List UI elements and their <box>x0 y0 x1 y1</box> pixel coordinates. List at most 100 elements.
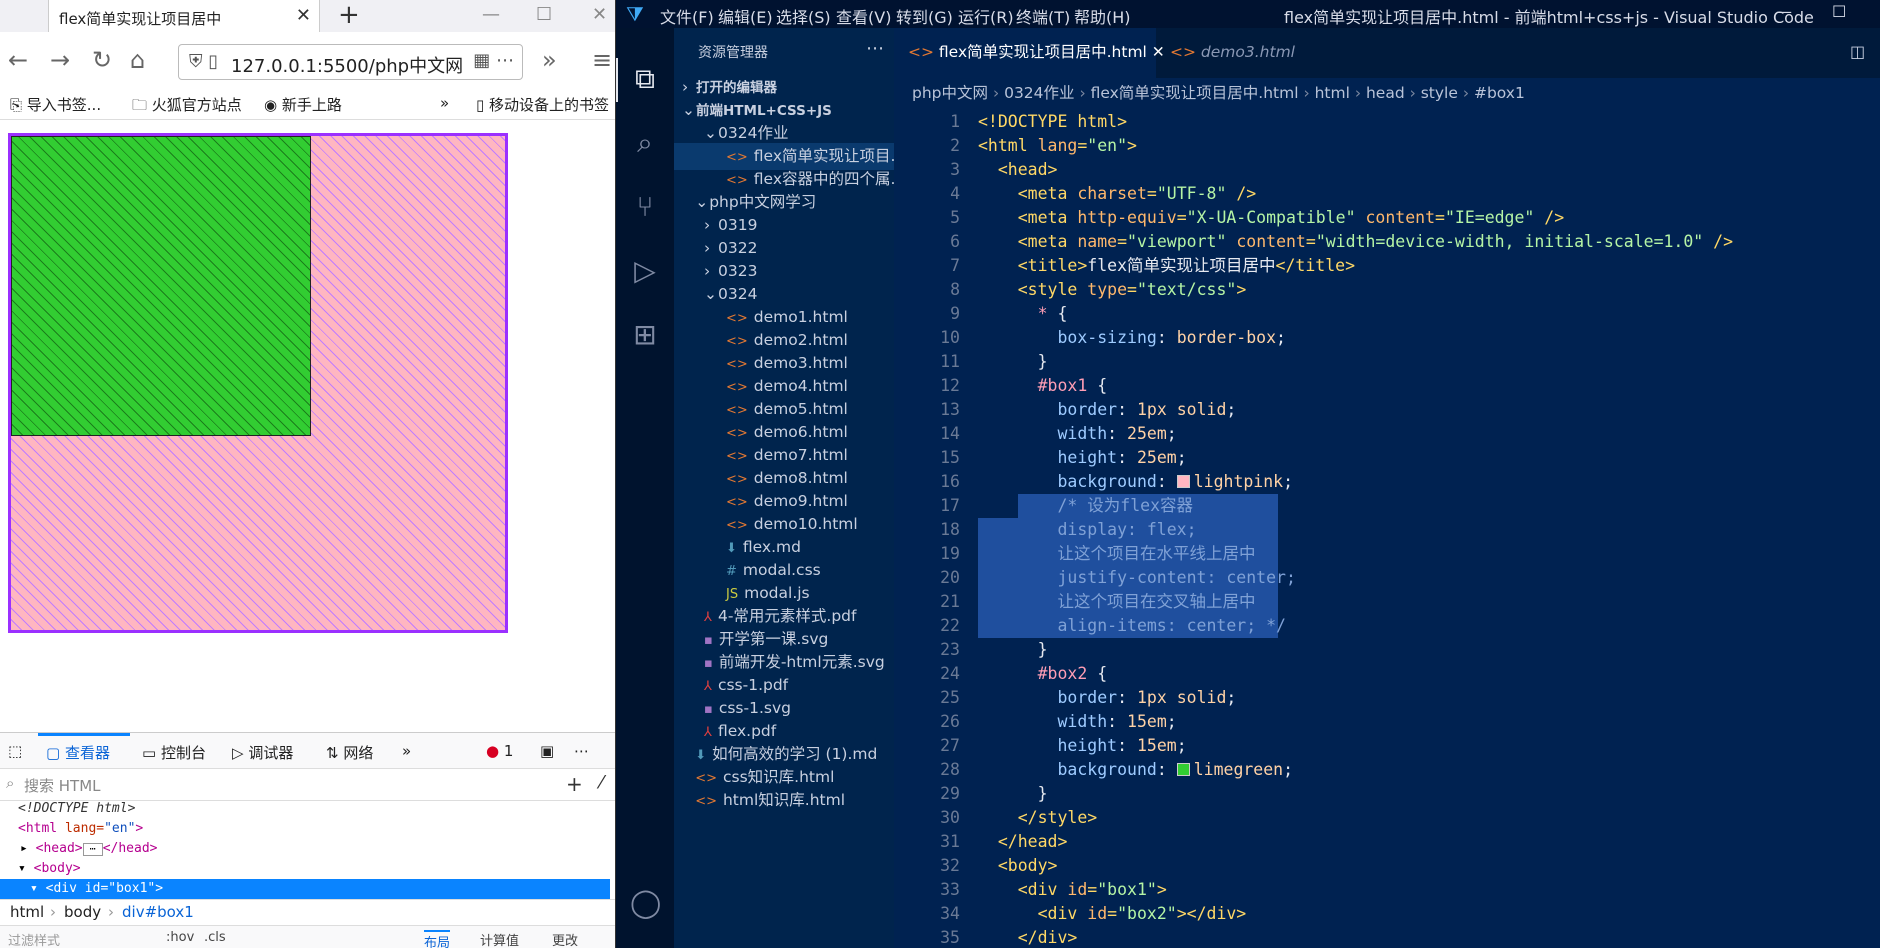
line-number: 29 <box>894 782 960 806</box>
window-close-icon[interactable]: ✕ <box>592 4 607 25</box>
tab-debugger[interactable]: ▷ 调试器 <box>232 742 293 763</box>
minimize-icon[interactable]: — <box>482 4 500 25</box>
tree-label: demo10.html <box>754 515 858 533</box>
editor-area: <> flex简单实现让项目居中.html ✕ <> demo3.html ◫ … <box>894 28 1880 948</box>
hamburger-menu-icon[interactable]: ≡ <box>592 46 612 74</box>
page-viewport <box>0 120 616 732</box>
devtools-menu-icon[interactable]: ⋯ <box>574 742 589 760</box>
line-number: 33 <box>894 878 960 902</box>
tab-changes[interactable]: 更改 <box>552 930 578 948</box>
breadcrumb-item[interactable]: head <box>1366 84 1405 102</box>
new-tab-icon[interactable]: + <box>338 1 360 29</box>
explorer-sidebar: 资源管理器 ⋯ ›打开的编辑器⌄前端HTML+CSS+JS⌄0324作业<>fl… <box>674 28 894 948</box>
responsive-icon[interactable]: ▣ <box>540 742 554 760</box>
search-icon[interactable]: ⌕ <box>630 128 660 158</box>
tree-node-doctype[interactable]: <!DOCTYPE html> <box>18 799 135 819</box>
tree-node-body[interactable]: ▾ <body> <box>18 859 81 879</box>
tree-node-head[interactable]: ▸ <head> ⋯ </head> <box>20 839 157 859</box>
editor-tab-demo3[interactable]: <> demo3.html <box>1156 28 1326 78</box>
breadcrumb-body[interactable]: body <box>64 903 101 921</box>
pdf-file-icon: ⅄ <box>704 679 712 694</box>
line-number: 1 <box>894 110 960 134</box>
menu-7[interactable]: 帮助(H) <box>1074 4 1131 28</box>
html-search-input[interactable]: ⌕ 搜索 HTML + ⁄ <box>0 769 616 801</box>
color-swatch[interactable] <box>1177 475 1190 488</box>
tab-network[interactable]: ⇅ 网络 <box>326 742 373 763</box>
file-item[interactable]: <>html知识库.html <box>674 787 894 814</box>
eyedropper-icon[interactable]: ⁄ <box>600 772 603 793</box>
line-number: 19 <box>894 542 960 566</box>
editor-tab-active[interactable]: <> flex简单实现让项目居中.html ✕ <box>894 28 1156 78</box>
devtools-selected-indicator <box>38 733 130 736</box>
account-icon[interactable]: ◯ <box>630 888 660 918</box>
tab-layout[interactable]: 布局 <box>424 930 450 948</box>
bookmarks-overflow-icon[interactable]: » <box>440 94 449 112</box>
breadcrumb-item[interactable]: #box1 <box>1474 84 1525 102</box>
breadcrumb-box1[interactable]: div#box1 <box>122 903 194 921</box>
back-icon[interactable]: ← <box>8 46 28 74</box>
line-number: 13 <box>894 398 960 422</box>
code-line: <style type="text/css"> <box>978 278 1246 302</box>
element-picker-icon[interactable]: ⬚ <box>8 742 22 760</box>
rules-toolbar: 过滤样式 :hov .cls 布局 计算值 更改 <box>0 925 616 948</box>
explorer-icon[interactable]: ⧉ <box>630 64 660 94</box>
extensions-icon[interactable]: ⊞ <box>630 320 660 350</box>
vs-maximize-icon[interactable]: ☐ <box>1832 2 1846 21</box>
url-bar[interactable]: ⛨ ▯ 127.0.0.1:5500/php中文网 ▦ ⋯ <box>178 44 523 80</box>
browser-tab[interactable]: flex简单实现让项目居中 ✕ <box>48 0 320 32</box>
shield-icon[interactable]: ⛨ ▯ <box>189 51 218 72</box>
bookmark-mobile[interactable]: ▯ 移动设备上的书签 <box>476 94 609 115</box>
home-icon[interactable]: ⌂ <box>130 46 145 74</box>
tab-computed[interactable]: 计算值 <box>480 930 519 948</box>
split-editor-icon[interactable]: ◫ <box>1850 42 1865 61</box>
tab-inspector[interactable]: ▢ 查看器 <box>46 742 110 763</box>
code-line: * { <box>978 302 1067 326</box>
menu-6[interactable]: 终端(T) <box>1016 4 1070 28</box>
code-line: #box2 { <box>978 662 1107 686</box>
explorer-more-icon[interactable]: ⋯ <box>866 38 884 59</box>
menu-5[interactable]: 运行(R) <box>958 4 1014 28</box>
maximize-icon[interactable]: ☐ <box>536 4 552 25</box>
menu-1[interactable]: 编辑(E) <box>718 4 773 28</box>
pdf-file-icon: ⅄ <box>704 725 712 740</box>
code-line: <meta charset="UTF-8" /> <box>978 182 1256 206</box>
breadcrumb-item[interactable]: flex简单实现让项目居中.html <box>1091 84 1299 102</box>
devtools-overflow-icon[interactable]: » <box>402 742 411 760</box>
reload-icon[interactable]: ↻ <box>92 46 112 74</box>
code-line: </style> <box>978 806 1097 830</box>
color-swatch[interactable] <box>1177 763 1190 776</box>
menu-3[interactable]: 查看(V) <box>836 4 891 28</box>
breadcrumb-html[interactable]: html <box>10 903 44 921</box>
forward-icon[interactable]: → <box>50 46 70 74</box>
menu-4[interactable]: 转到(G) <box>896 4 953 28</box>
add-node-icon[interactable]: + <box>566 772 583 796</box>
breadcrumb-item[interactable]: style <box>1421 84 1458 102</box>
menu-2[interactable]: 选择(S) <box>776 4 831 28</box>
menu-0[interactable]: 文件(F) <box>660 4 714 28</box>
code-line: #box1 { <box>978 374 1107 398</box>
close-tab-icon[interactable]: ✕ <box>296 5 311 26</box>
tree-node-box1[interactable]: ▾ <div id="box1"> <box>0 879 610 899</box>
filter-styles-input[interactable]: 过滤样式 <box>8 930 60 948</box>
code-line: 让这个项目在交叉轴上居中 <box>978 590 1255 614</box>
vs-minimize-icon[interactable]: — <box>1776 2 1792 21</box>
breadcrumb-item[interactable]: php中文网 <box>912 84 988 102</box>
tree-label: 0324 <box>718 285 757 303</box>
source-control-icon[interactable]: ⑂ <box>630 192 660 222</box>
hov-toggle[interactable]: :hov <box>166 930 194 945</box>
line-number: 9 <box>894 302 960 326</box>
page-actions-icon[interactable]: ▦ ⋯ <box>473 50 514 71</box>
tab-console[interactable]: ▭ 控制台 <box>142 742 206 763</box>
bookmark-getting-started[interactable]: ◉ 新手上路 <box>264 94 342 115</box>
code-editor[interactable]: 1<!DOCTYPE html>2<html lang="en">3 <head… <box>894 110 1880 948</box>
bookmark-firefox-site[interactable]: 🗀 火狐官方站点 <box>132 94 242 120</box>
bookmark-import[interactable]: ⎘ 导入书签... <box>10 94 101 115</box>
line-number: 16 <box>894 470 960 494</box>
overflow-chevron-icon[interactable]: » <box>542 46 557 74</box>
error-badge[interactable]: ● 1 <box>486 742 513 760</box>
breadcrumb-item[interactable]: 0324作业 <box>1004 84 1074 102</box>
run-debug-icon[interactable]: ▷ <box>630 256 660 286</box>
tree-node-html[interactable]: <html lang="en"> <box>18 819 143 839</box>
breadcrumb-item[interactable]: html <box>1315 84 1350 102</box>
cls-toggle[interactable]: .cls <box>204 930 226 945</box>
